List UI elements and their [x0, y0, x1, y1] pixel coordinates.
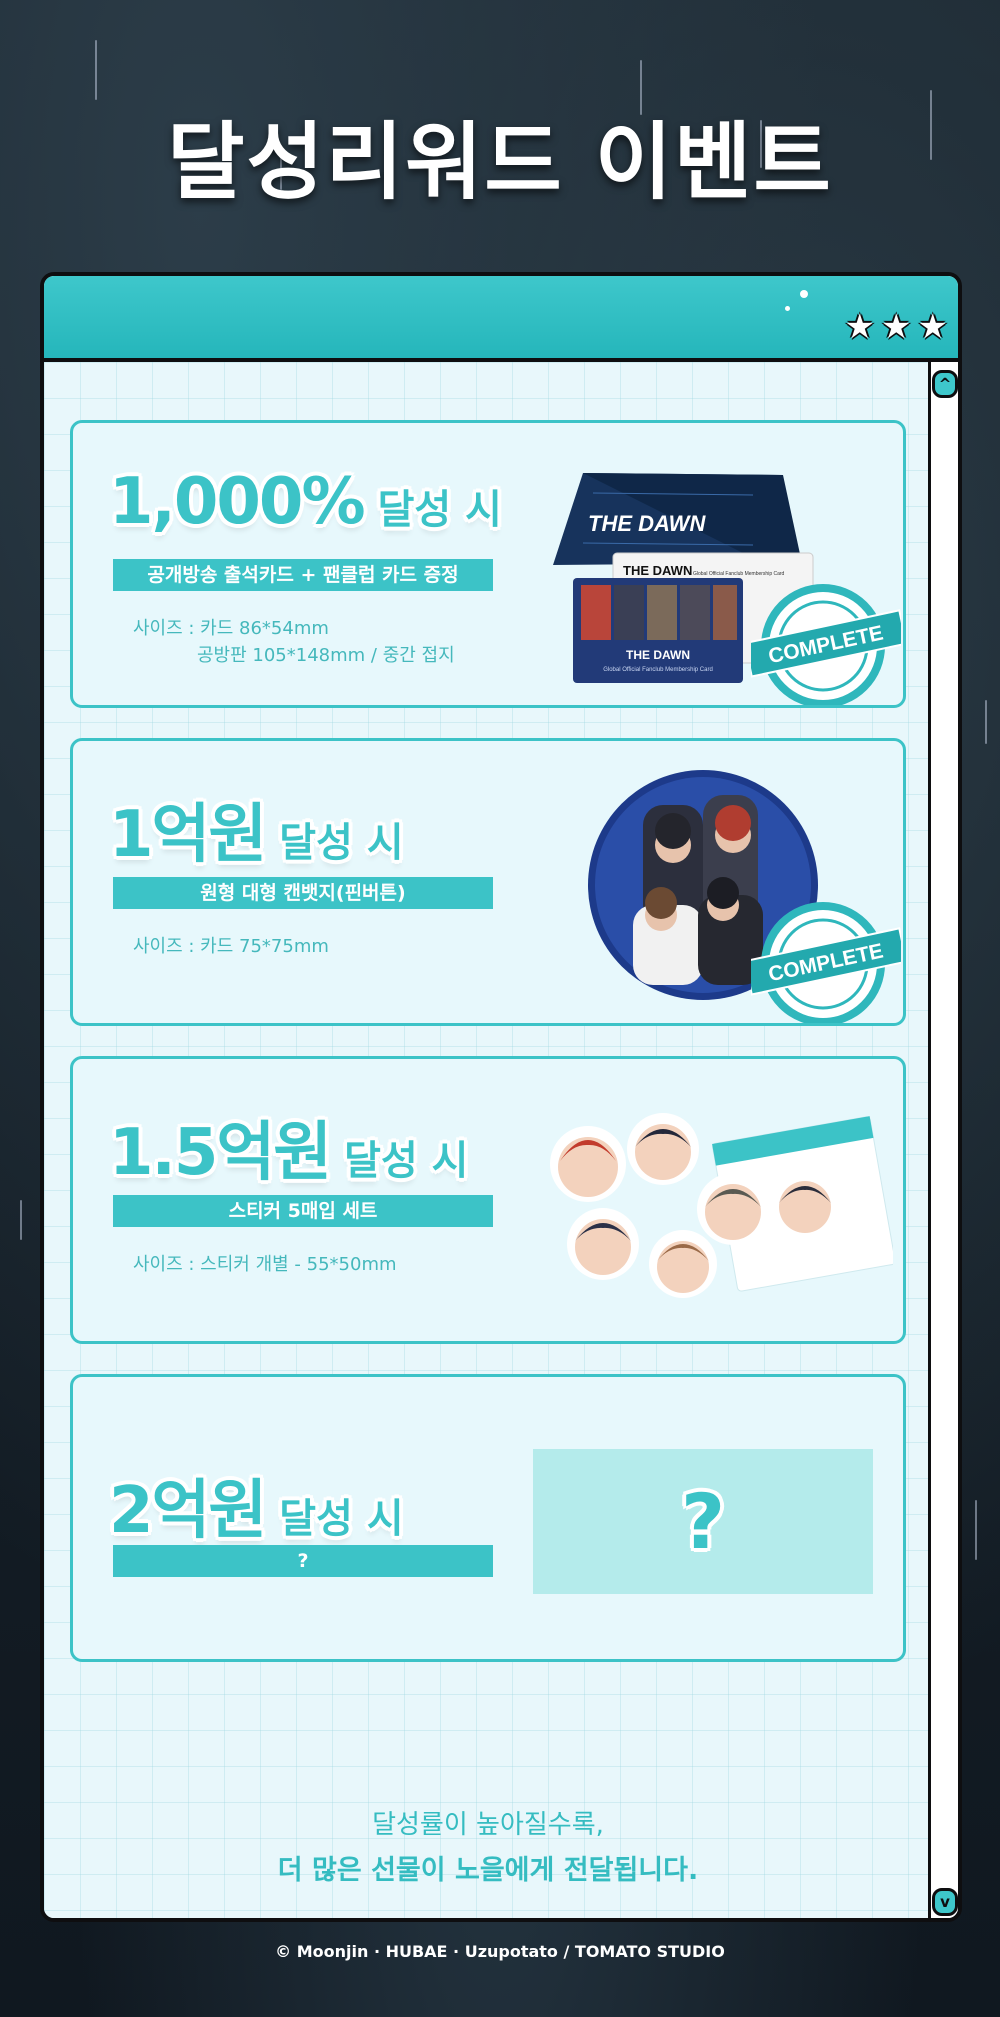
footer-line: 더 많은 선물이 노을에게 전달됩니다. [277, 1855, 699, 1886]
spec-line: 사이즈 : 카드 75*75mm [133, 936, 329, 957]
reward-item-label: ? [113, 1545, 493, 1577]
card-back-subtitle: Global Official Fanclub Membership Card [603, 667, 713, 673]
copyright-credits: © Moonjin · HUBAE · Uzupotato / TOMATO S… [275, 1942, 725, 1961]
card-back-title: THE DAWN [626, 648, 690, 662]
goal-line: 2억원 달성 시 [109, 1459, 404, 1551]
goal-suffix: 달성 시 [279, 820, 404, 866]
goal-suffix: 달성 시 [377, 487, 502, 533]
footer-message: 달성률이 높아질수록, 더 많은 선물이 노을에게 전달됩니다. [44, 1802, 932, 1894]
reward-spec: 사이즈 : 카드 75*75mm [133, 933, 329, 960]
reward-spec: 사이즈 : 카드 86*54mm 공방판 105*148mm / 중간 접지 [133, 615, 455, 669]
footer-line: 달성률이 높아질수록, [372, 1810, 604, 1840]
reward-window: ★ ★ ★ 1,000% 달성 시 공개방송 출석카드 + 팬클럽 카드 증정 … [40, 272, 962, 1922]
reward-card-200m: 2억원 달성 시 ? ? [70, 1374, 906, 1662]
page-title: 달성리워드 이벤트 [167, 113, 833, 211]
spec-line: 사이즈 : 카드 86*54mm [133, 618, 329, 639]
sticker-set-image [550, 1113, 893, 1298]
goal-line: 1,000% 달성 시 [109, 465, 502, 539]
spec-line: 공방판 105*148mm / 중간 접지 [197, 645, 455, 666]
goal-amount: 1,000% [109, 465, 366, 539]
window-stars: ★ ★ ★ [845, 310, 948, 344]
streak [95, 40, 97, 100]
scroll-up-button[interactable]: ^ [932, 370, 958, 398]
sparkle-icon [800, 290, 808, 298]
reward-spec: 사이즈 : 스티커 개별 - 55*50mm [133, 1251, 397, 1278]
goal-amount: 2억원 [109, 1474, 267, 1548]
reward-card-100m: 1억원 달성 시 원형 대형 캔뱃지(핀버튼) 사이즈 : 카드 75*75mm [70, 738, 906, 1026]
complete-stamp-icon: COMPLETE [751, 902, 901, 1023]
window-scrollbar[interactable]: ^ v [928, 362, 958, 1918]
star-icon: ★ [844, 307, 876, 347]
question-mark-icon: ? [680, 1477, 726, 1566]
goal-amount: 1억원 [109, 798, 267, 872]
reward-list: 1,000% 달성 시 공개방송 출석카드 + 팬클럽 카드 증정 사이즈 : … [44, 362, 932, 1918]
folder-title: THE DAWN [588, 511, 706, 536]
mystery-prize-box: ? [533, 1449, 873, 1594]
goal-line: 1억원 달성 시 [109, 783, 404, 875]
sparkle-icon [785, 306, 790, 311]
star-icon: ★ [881, 307, 912, 347]
streak [985, 700, 987, 744]
window-titlebar: ★ ★ ★ [44, 276, 958, 362]
complete-stamp-icon: COMPLETE [751, 584, 901, 705]
scroll-down-button[interactable]: v [932, 1888, 958, 1916]
spec-line: 사이즈 : 스티커 개별 - 55*50mm [133, 1254, 397, 1275]
goal-suffix: 달성 시 [279, 1496, 404, 1542]
reward-card-150m: 1.5억원 달성 시 스티커 5매입 세트 사이즈 : 스티커 개별 - 55*… [70, 1056, 906, 1344]
reward-card-1000-percent: 1,000% 달성 시 공개방송 출석카드 + 팬클럽 카드 증정 사이즈 : … [70, 420, 906, 708]
card-title: THE DAWN [623, 563, 692, 578]
star-icon: ★ [917, 307, 948, 347]
goal-amount: 1.5억원 [109, 1116, 332, 1190]
goal-line: 1.5억원 달성 시 [109, 1101, 468, 1193]
reward-item-label: 공개방송 출석카드 + 팬클럽 카드 증정 [113, 559, 493, 591]
reward-item-label: 원형 대형 캔뱃지(핀버튼) [113, 877, 493, 909]
streak [20, 1200, 22, 1240]
streak [975, 1500, 977, 1560]
reward-item-label: 스티커 5매입 세트 [113, 1195, 493, 1227]
goal-suffix: 달성 시 [344, 1138, 469, 1184]
